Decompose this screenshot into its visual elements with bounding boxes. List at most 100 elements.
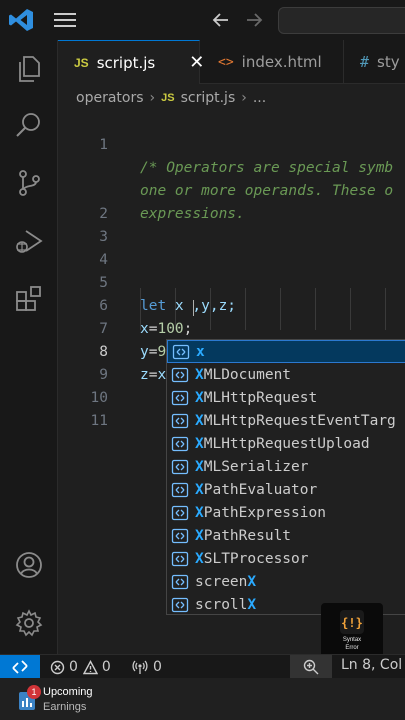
code-line: 1 /* Operators are special symb — [58, 111, 405, 176]
cursor-position[interactable]: Ln 8, Col 4 — [341, 657, 405, 673]
problems-status[interactable]: 0 0 — [50, 657, 111, 677]
code-line: 3 — [58, 203, 405, 245]
suggestion-text: PathExpression — [203, 504, 326, 521]
tab-script-js[interactable]: JS script.js ✕ — [58, 40, 204, 84]
symbol-variable-icon — [171, 413, 189, 428]
javascript-file-icon: JS — [74, 55, 89, 70]
arrow-left-icon[interactable] — [211, 10, 231, 30]
hamburger-menu-icon[interactable] — [54, 12, 76, 28]
explorer-icon[interactable] — [14, 54, 44, 84]
suggestion-item[interactable]: XMLDocument — [167, 363, 405, 386]
breadcrumb-more[interactable]: ... — [253, 90, 266, 106]
error-count: 0 — [69, 659, 78, 675]
css-file-icon: # — [360, 53, 370, 71]
title-bar — [0, 0, 405, 40]
symbol-variable-icon — [171, 597, 189, 612]
symbol-variable-icon — [171, 482, 189, 497]
warning-icon — [82, 659, 98, 674]
ports-status[interactable]: 0 — [132, 657, 162, 677]
chevron-right-icon: › — [241, 90, 247, 106]
breadcrumb-file[interactable]: script.js — [181, 90, 236, 106]
symbol-variable-icon — [171, 436, 189, 451]
symbol-variable-icon — [171, 459, 189, 474]
breadcrumb-folder[interactable]: operators — [76, 90, 144, 106]
tab-label: index.html — [241, 53, 322, 71]
suggestion-item[interactable]: x — [167, 340, 405, 363]
symbol-variable-icon — [171, 367, 189, 382]
symbol-variable-icon — [172, 344, 190, 359]
suggestion-text: PathResult — [203, 527, 292, 544]
status-bar: 0 0 0 Ln 8, Col 4 — [0, 654, 405, 679]
broadcast-icon — [132, 660, 148, 674]
autocomplete-suggestions: x XMLDocument XMLHttpRequest XMLHttpRequest… — [166, 339, 405, 615]
tab-index-html[interactable]: <> index.html — [200, 40, 344, 84]
widget-title[interactable]: Upcoming — [43, 686, 93, 698]
suggestion-match-highlight: X — [195, 389, 204, 406]
symbol-variable-icon — [171, 505, 189, 520]
widget-subtitle: Earnings — [43, 701, 87, 713]
accounts-icon[interactable] — [14, 550, 44, 580]
arrow-right-icon[interactable] — [244, 10, 264, 30]
suggestion-match-highlight: X — [195, 504, 204, 521]
suggestion-text: PathEvaluator — [203, 481, 318, 498]
windows-taskbar: 1 Upcoming Earnings — [0, 678, 405, 720]
suggestion-match-highlight: X — [195, 435, 204, 452]
symbol-variable-icon — [171, 551, 189, 566]
code-line: 6 x=100; — [58, 272, 405, 337]
settings-gear-icon[interactable] — [14, 608, 44, 638]
activity-bar — [0, 40, 58, 654]
notification-badge: 1 — [27, 685, 41, 699]
suggestion-label: XMLHttpRequestEventTarg — [195, 413, 396, 429]
extensions-icon[interactable] — [14, 284, 44, 314]
suggestion-label: x — [196, 344, 205, 360]
search-icon[interactable] — [14, 110, 44, 140]
suggestion-item[interactable]: XMLHttpRequest — [167, 386, 405, 409]
suggestion-label: XPathExpression — [195, 505, 326, 521]
suggestion-item[interactable]: XPathEvaluator — [167, 478, 405, 501]
code-line: 5 let x ,y,z; — [58, 249, 405, 314]
code-line: 2 — [58, 180, 405, 222]
run-debug-icon[interactable] — [14, 226, 44, 256]
suggestion-item[interactable]: XMLHttpRequestEventTarg — [167, 409, 405, 432]
svg-text:{!}: {!} — [341, 616, 363, 630]
symbol-variable-icon — [171, 528, 189, 543]
suggestion-item[interactable]: screenX — [167, 570, 405, 593]
code-line: expressions. — [58, 157, 405, 222]
suggestion-match-highlight: x — [196, 343, 205, 360]
suggestion-match-highlight: X — [195, 481, 204, 498]
suggestion-label: XMLDocument — [195, 367, 291, 383]
syntax-error-logo-glyph: {!} — [340, 610, 364, 634]
suggestion-item[interactable]: XSLTProcessor — [167, 547, 405, 570]
suggestion-label: XMLHttpRequest — [195, 390, 317, 406]
suggestion-item[interactable]: XPathResult — [167, 524, 405, 547]
suggestion-text: MLDocument — [203, 366, 292, 383]
suggestion-label: XPathResult — [195, 528, 291, 544]
symbol-variable-icon — [171, 390, 189, 405]
tab-label: sty — [377, 53, 400, 71]
suggestion-item[interactable]: XMLHttpRequestUpload — [167, 432, 405, 455]
suggestion-text: MLHttpRequest — [203, 389, 318, 406]
suggestion-match-highlight: X — [195, 366, 204, 383]
zoom-button[interactable] — [290, 655, 332, 679]
remote-indicator[interactable] — [0, 655, 40, 679]
source-control-icon[interactable] — [14, 168, 44, 198]
suggestion-match-highlight: X — [247, 573, 257, 590]
suggestion-label: scrollX — [195, 597, 256, 613]
suggestion-label: screenX — [195, 574, 256, 590]
suggestion-text: screen — [195, 573, 248, 590]
warning-count: 0 — [101, 659, 111, 675]
suggestion-match-highlight: X — [195, 550, 204, 567]
ports-count: 0 — [153, 659, 162, 675]
suggestion-item[interactable]: XMLSerializer — [167, 455, 405, 478]
line-number: 11 — [90, 413, 108, 429]
suggestion-text: SLTProcessor — [203, 550, 309, 567]
code-line: 4 — [58, 226, 405, 268]
code-line-current: 8 z=x — [58, 318, 405, 383]
breadcrumb: operators › JS script.js › ... — [76, 87, 266, 109]
error-icon — [50, 660, 65, 674]
suggestion-match-highlight: X — [195, 527, 204, 544]
vscode-logo[interactable] — [8, 8, 34, 32]
suggestion-item[interactable]: XPathExpression — [167, 501, 405, 524]
tab-styles-css[interactable]: # sty — [344, 40, 405, 84]
command-center-search[interactable] — [278, 7, 405, 34]
